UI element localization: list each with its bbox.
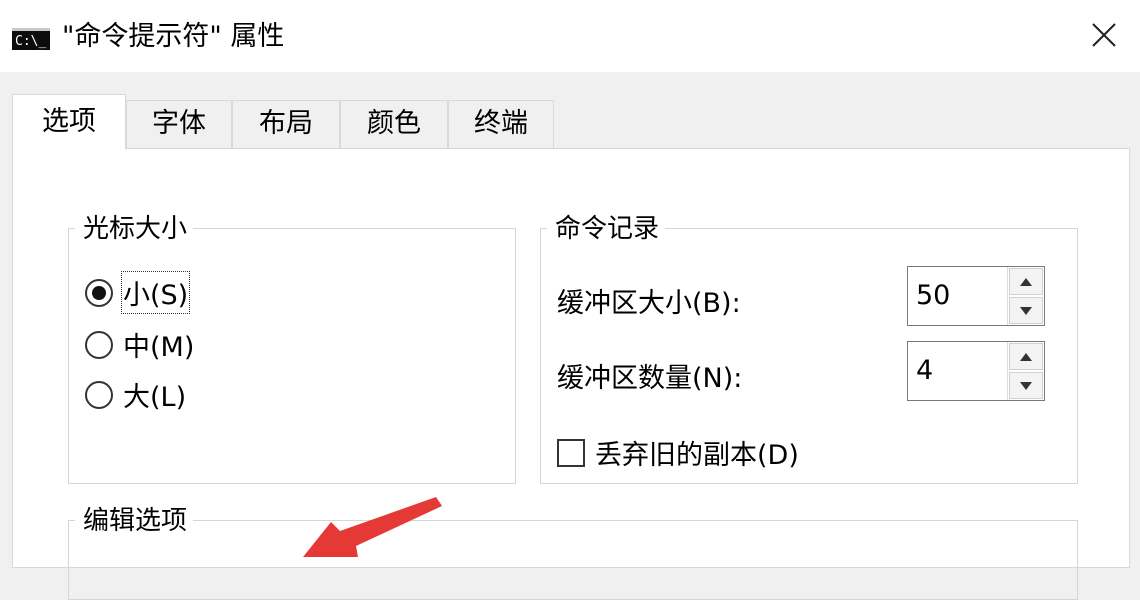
radio-cursor-small-label: 小(S) <box>120 271 191 314</box>
cmd-app-icon: C:\_ <box>12 28 50 50</box>
buffer-count-label-text: 缓冲区数量(N): <box>557 363 743 394</box>
tab-terminal[interactable]: 终端 <box>448 100 554 148</box>
tab-layout[interactable]: 布局 <box>232 100 340 148</box>
tab-strip: 选项 字体 布局 颜色 终端 <box>12 94 1132 150</box>
radio-button-selected[interactable] <box>85 278 113 307</box>
buffer-size-spin-buttons <box>1007 267 1044 325</box>
title-bar: C:\_ "命令提示符" 属性 <box>0 0 1140 72</box>
triangle-up-icon <box>1020 277 1032 286</box>
tab-options[interactable]: 选项 <box>12 94 126 150</box>
buffer-size-input[interactable] <box>908 267 1007 325</box>
radio-cursor-small[interactable]: 小(S) <box>85 271 191 314</box>
radio-button[interactable] <box>85 380 113 409</box>
options-panel: 光标大小 小(S) 中(M) 大(L) 命令记录 缓冲区大小(B): 缓冲区数量… <box>12 148 1130 600</box>
tab-font[interactable]: 字体 <box>126 100 232 148</box>
triangle-up-icon <box>1020 352 1032 361</box>
buffer-count-down-button[interactable] <box>1009 372 1043 399</box>
edit-options-group <box>68 520 1078 600</box>
command-history-group-title: 命令记录 <box>547 213 666 245</box>
edit-options-group-title: 编辑选项 <box>75 505 194 537</box>
triangle-down-icon <box>1020 381 1032 390</box>
buffer-count-label: 缓冲区数量(N): <box>557 356 742 395</box>
radio-button[interactable] <box>85 330 113 359</box>
cursor-size-group-title: 光标大小 <box>75 213 194 245</box>
buffer-size-down-button[interactable] <box>1009 297 1043 324</box>
close-button[interactable] <box>1078 10 1130 60</box>
discard-old-duplicates-label: 丢弃旧的副本(D) <box>595 440 799 471</box>
radio-cursor-large[interactable]: 大(L) <box>85 375 186 414</box>
radio-cursor-medium[interactable]: 中(M) <box>85 325 194 364</box>
buffer-size-spinner[interactable] <box>907 266 1045 326</box>
radio-cursor-large-label: 大(L) <box>123 382 187 413</box>
buffer-size-label-text: 缓冲区大小(B): <box>557 288 741 319</box>
buffer-size-label: 缓冲区大小(B): <box>557 281 741 320</box>
buffer-count-input[interactable] <box>908 342 1007 400</box>
buffer-count-spin-buttons <box>1007 342 1044 400</box>
buffer-count-spinner[interactable] <box>907 341 1045 401</box>
window-title: "命令提示符" 属性 <box>62 21 285 52</box>
buffer-count-up-button[interactable] <box>1009 343 1043 370</box>
close-icon <box>1092 23 1116 47</box>
radio-cursor-medium-label: 中(M) <box>123 332 195 363</box>
tab-colors[interactable]: 颜色 <box>340 100 448 148</box>
buffer-size-up-button[interactable] <box>1009 268 1043 295</box>
discard-old-duplicates-checkbox[interactable]: 丢弃旧的副本(D) <box>557 433 799 472</box>
checkbox-box[interactable] <box>557 438 585 467</box>
triangle-down-icon <box>1020 306 1032 315</box>
